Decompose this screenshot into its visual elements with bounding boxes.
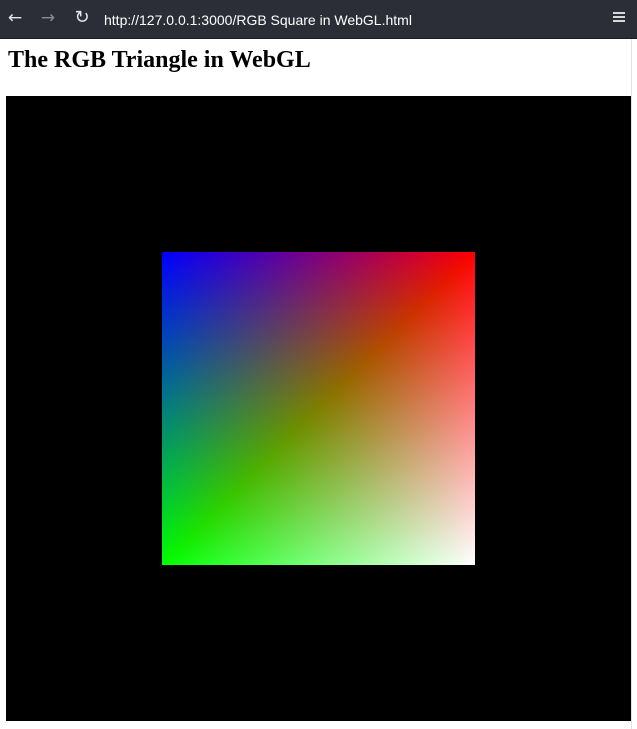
rgb-gradient-square	[162, 252, 475, 565]
address-bar[interactable]: http://127.0.0.1:3000/RGB Square in WebG…	[104, 10, 584, 30]
browser-toolbar: ← → ↻ http://127.0.0.1:3000/RGB Square i…	[0, 0, 637, 39]
back-arrow-icon[interactable]: ←	[4, 6, 26, 30]
page-title: The RGB Triangle in WebGL	[8, 47, 311, 73]
scrollbar-track[interactable]	[631, 39, 637, 729]
webgl-canvas	[6, 96, 631, 721]
reload-icon[interactable]: ↻	[71, 6, 93, 30]
forward-arrow-icon[interactable]: →	[37, 6, 59, 30]
hamburger-menu-icon[interactable]	[611, 9, 629, 27]
